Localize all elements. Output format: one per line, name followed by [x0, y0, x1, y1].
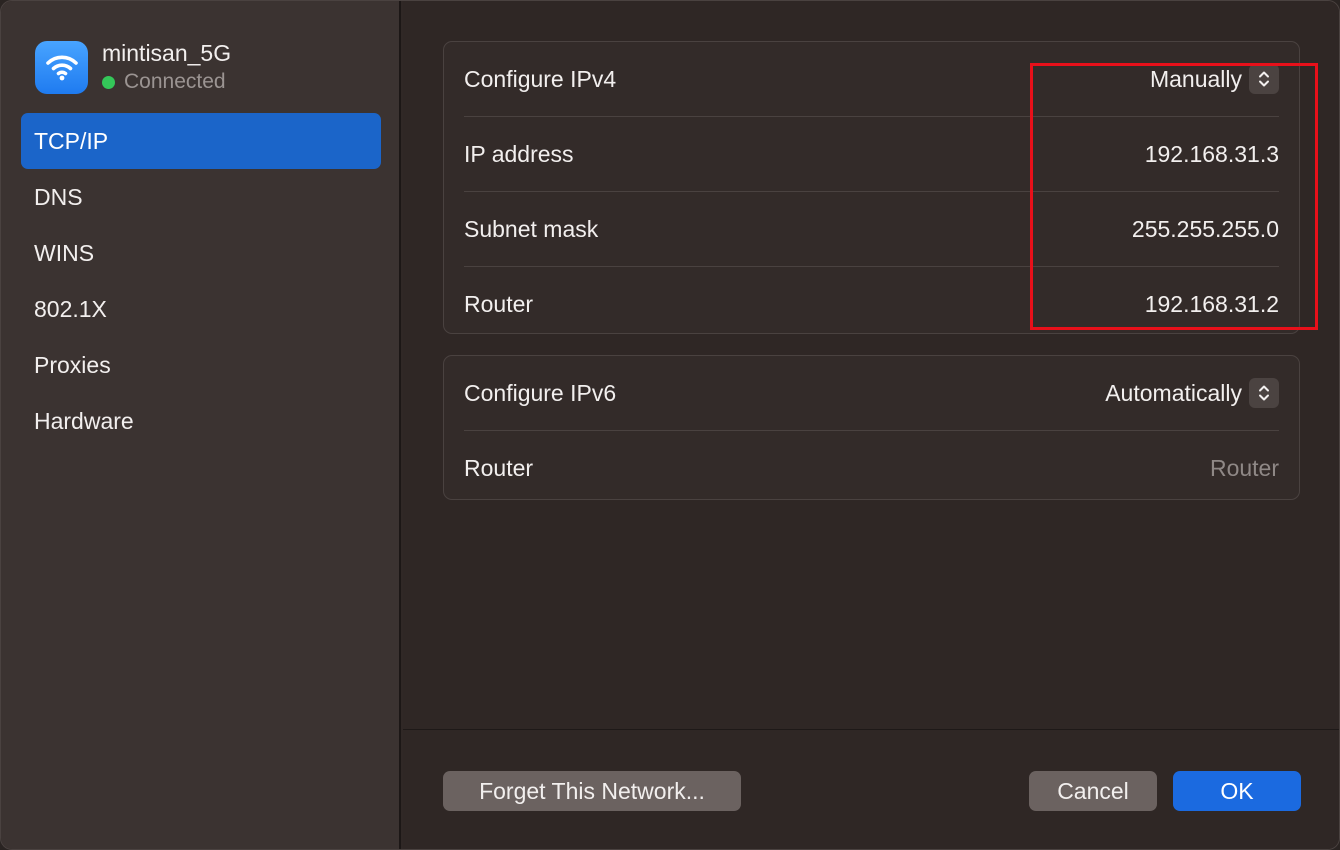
ipv6-router-row: Router Router	[464, 431, 1279, 505]
cancel-button[interactable]: Cancel	[1029, 771, 1157, 811]
sidebar: mintisan_5G Connected TCP/IP DNS WINS 80…	[1, 1, 401, 849]
sidebar-item-hardware[interactable]: Hardware	[21, 393, 381, 449]
sidebar-item-8021x[interactable]: 802.1X	[21, 281, 381, 337]
sidebar-item-proxies[interactable]: Proxies	[21, 337, 381, 393]
ipv6-router-label: Router	[464, 454, 534, 481]
network-header: mintisan_5G Connected	[35, 39, 231, 95]
sidebar-item-wins[interactable]: WINS	[21, 225, 381, 281]
configure-ipv6-label: Configure IPv6	[464, 379, 617, 406]
ipv6-router-field[interactable]: Router	[1210, 455, 1279, 482]
ipv4-router-label: Router	[464, 290, 534, 317]
highlight-box	[1030, 63, 1318, 330]
configure-ipv6-row: Configure IPv6 Automatically	[464, 356, 1279, 431]
connected-status-dot	[102, 75, 115, 89]
main-panel: Configure IPv4 Manually IP address 192.1…	[403, 1, 1339, 849]
network-details-window: mintisan_5G Connected TCP/IP DNS WINS 80…	[0, 0, 1340, 850]
footer-divider	[403, 729, 1339, 730]
forget-network-button[interactable]: Forget This Network...	[443, 771, 741, 811]
ipv6-settings-group: Configure IPv6 Automatically Router Rout…	[443, 355, 1300, 500]
wifi-icon	[35, 40, 88, 94]
sidebar-item-dns[interactable]: DNS	[21, 169, 381, 225]
ip-address-label: IP address	[464, 140, 574, 167]
configure-ipv4-label: Configure IPv4	[464, 65, 617, 92]
ok-button[interactable]: OK	[1173, 771, 1301, 811]
sidebar-nav: TCP/IP DNS WINS 802.1X Proxies Hardware	[21, 113, 381, 449]
chevron-up-down-icon	[1249, 378, 1279, 408]
subnet-mask-label: Subnet mask	[464, 215, 599, 242]
configure-ipv6-popup[interactable]: Automatically	[1105, 378, 1279, 408]
network-name: mintisan_5G	[102, 40, 232, 66]
network-status: Connected	[124, 70, 226, 93]
sidebar-item-tcpip[interactable]: TCP/IP	[21, 113, 381, 169]
configure-ipv6-value: Automatically	[1105, 379, 1242, 406]
